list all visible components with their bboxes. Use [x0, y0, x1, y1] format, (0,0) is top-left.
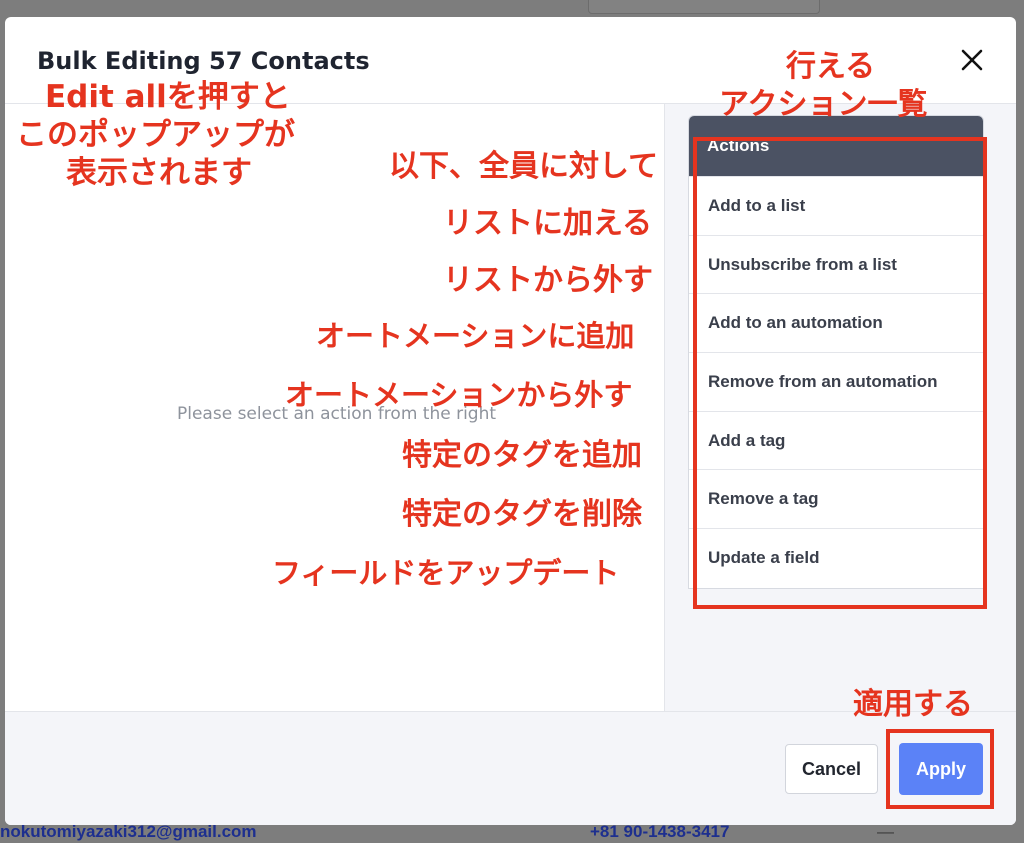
annotation-update-field: フィールドをアップデート [272, 556, 620, 590]
background-contact-empty: — [877, 822, 894, 841]
annotation-remove-automation: オートメーションから外す [285, 378, 633, 412]
annotation-apply: 適用する [853, 687, 973, 722]
background-toolbar [588, 0, 820, 14]
annotation-add-list: リストに加える [443, 206, 653, 241]
annotation-actions-title-line2: アクション一覧 [719, 87, 928, 122]
apply-highlight-box [886, 729, 994, 809]
annotation-actions-title-line1: 行える [786, 49, 876, 84]
modal-title: Bulk Editing 57 Contacts [37, 47, 370, 75]
close-icon[interactable] [958, 46, 986, 74]
background-contact-email: nokutomiyazaki312@gmail.com [0, 822, 257, 841]
annotation-remove-list: リストから外す [443, 263, 653, 298]
background-contact-phone: +81 90-1438-3417 [590, 822, 730, 841]
annotation-remove-tag: 特定のタグを削除 [402, 497, 642, 532]
cancel-button[interactable]: Cancel [785, 744, 878, 794]
annotation-all-members: 以下、全員に対して [389, 149, 659, 184]
annotation-intro-line2: このポップアップが [16, 117, 295, 153]
annotation-intro-line3: 表示されます [66, 155, 252, 191]
annotation-add-automation: オートメーションに追加 [316, 319, 635, 353]
annotation-intro-line1: Edit allを押すと [45, 79, 291, 115]
actions-highlight-box [693, 137, 987, 609]
annotation-add-tag: 特定のタグを追加 [402, 438, 642, 473]
